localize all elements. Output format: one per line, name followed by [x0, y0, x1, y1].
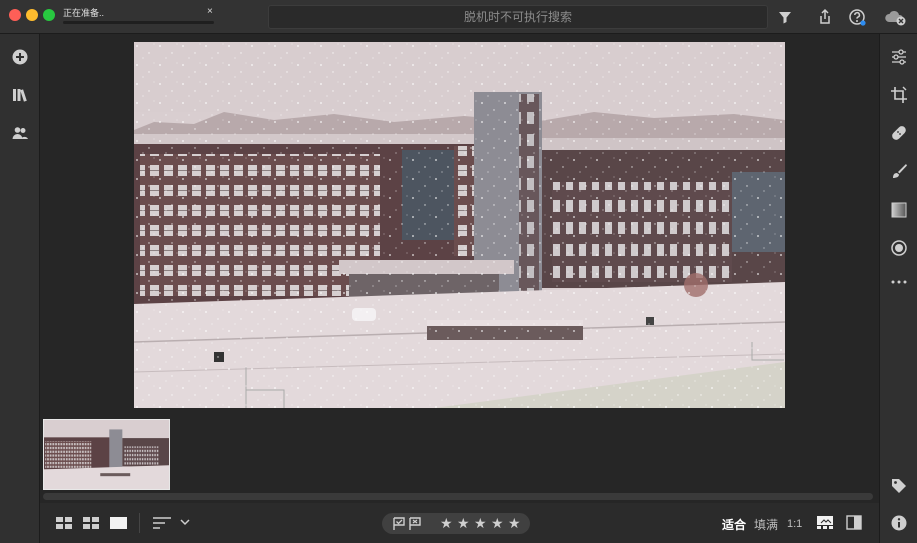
- rating-star[interactable]: ★: [491, 514, 504, 532]
- filter-icon[interactable]: [776, 8, 794, 26]
- toolbar-separator: [139, 513, 140, 533]
- radial-gradient-icon[interactable]: [890, 239, 908, 257]
- flag-reject-icon[interactable]: [409, 517, 422, 530]
- sort-icon[interactable]: [153, 517, 171, 529]
- rating-star[interactable]: ★: [474, 514, 487, 532]
- task-progress-bar: [63, 21, 214, 24]
- zoom-fit-option[interactable]: 适合: [722, 516, 746, 533]
- right-sidebar: [879, 34, 917, 543]
- left-sidebar: [0, 34, 40, 543]
- zoom-one-to-one-option[interactable]: 1:1: [787, 518, 802, 530]
- info-icon[interactable]: [890, 514, 908, 532]
- healing-icon[interactable]: [890, 124, 908, 142]
- tag-icon[interactable]: [890, 477, 908, 495]
- more-icon[interactable]: [890, 273, 908, 291]
- rating-star[interactable]: ★: [440, 514, 453, 532]
- rating-star[interactable]: ★: [508, 514, 521, 532]
- filmstrip-scrollbar[interactable]: [43, 493, 873, 500]
- filmstrip-toggle-icon[interactable]: [816, 515, 834, 530]
- cloud-icon[interactable]: [884, 8, 908, 26]
- add-icon[interactable]: [11, 48, 29, 66]
- crop-icon[interactable]: [890, 86, 908, 104]
- minimize-window-button[interactable]: [26, 9, 38, 21]
- search-input[interactable]: 脱机时不可执行搜索: [268, 5, 768, 29]
- photo-image: [134, 42, 785, 408]
- chevron-down-icon[interactable]: [180, 518, 190, 526]
- library-icon[interactable]: [11, 86, 29, 104]
- compare-view-icon[interactable]: [846, 515, 862, 530]
- activity-task: 正在准备.. ×: [63, 5, 216, 27]
- main-photo[interactable]: [134, 42, 785, 408]
- detail-view-icon[interactable]: [110, 516, 127, 530]
- people-icon[interactable]: [11, 124, 29, 142]
- help-icon[interactable]: [848, 8, 866, 26]
- square-grid-icon[interactable]: [56, 516, 72, 530]
- task-close-button[interactable]: ×: [207, 7, 213, 17]
- rating-star[interactable]: ★: [457, 514, 470, 532]
- grid-view-icon[interactable]: [83, 516, 99, 530]
- filmstrip-thumbnail[interactable]: [43, 419, 170, 490]
- flag-pick-icon[interactable]: [393, 517, 406, 530]
- close-window-button[interactable]: [9, 9, 21, 21]
- thumbnail-image: [44, 420, 169, 489]
- linear-gradient-icon[interactable]: [890, 201, 908, 219]
- brush-icon[interactable]: [890, 162, 908, 180]
- share-icon[interactable]: [816, 8, 834, 26]
- zoom-fill-option[interactable]: 填满: [754, 516, 778, 533]
- zoom-window-button[interactable]: [43, 9, 55, 21]
- edit-sliders-icon[interactable]: [890, 48, 908, 66]
- task-label: 正在准备..: [63, 8, 105, 18]
- title-bar: 正在准备.. × 脱机时不可执行搜索: [0, 0, 917, 34]
